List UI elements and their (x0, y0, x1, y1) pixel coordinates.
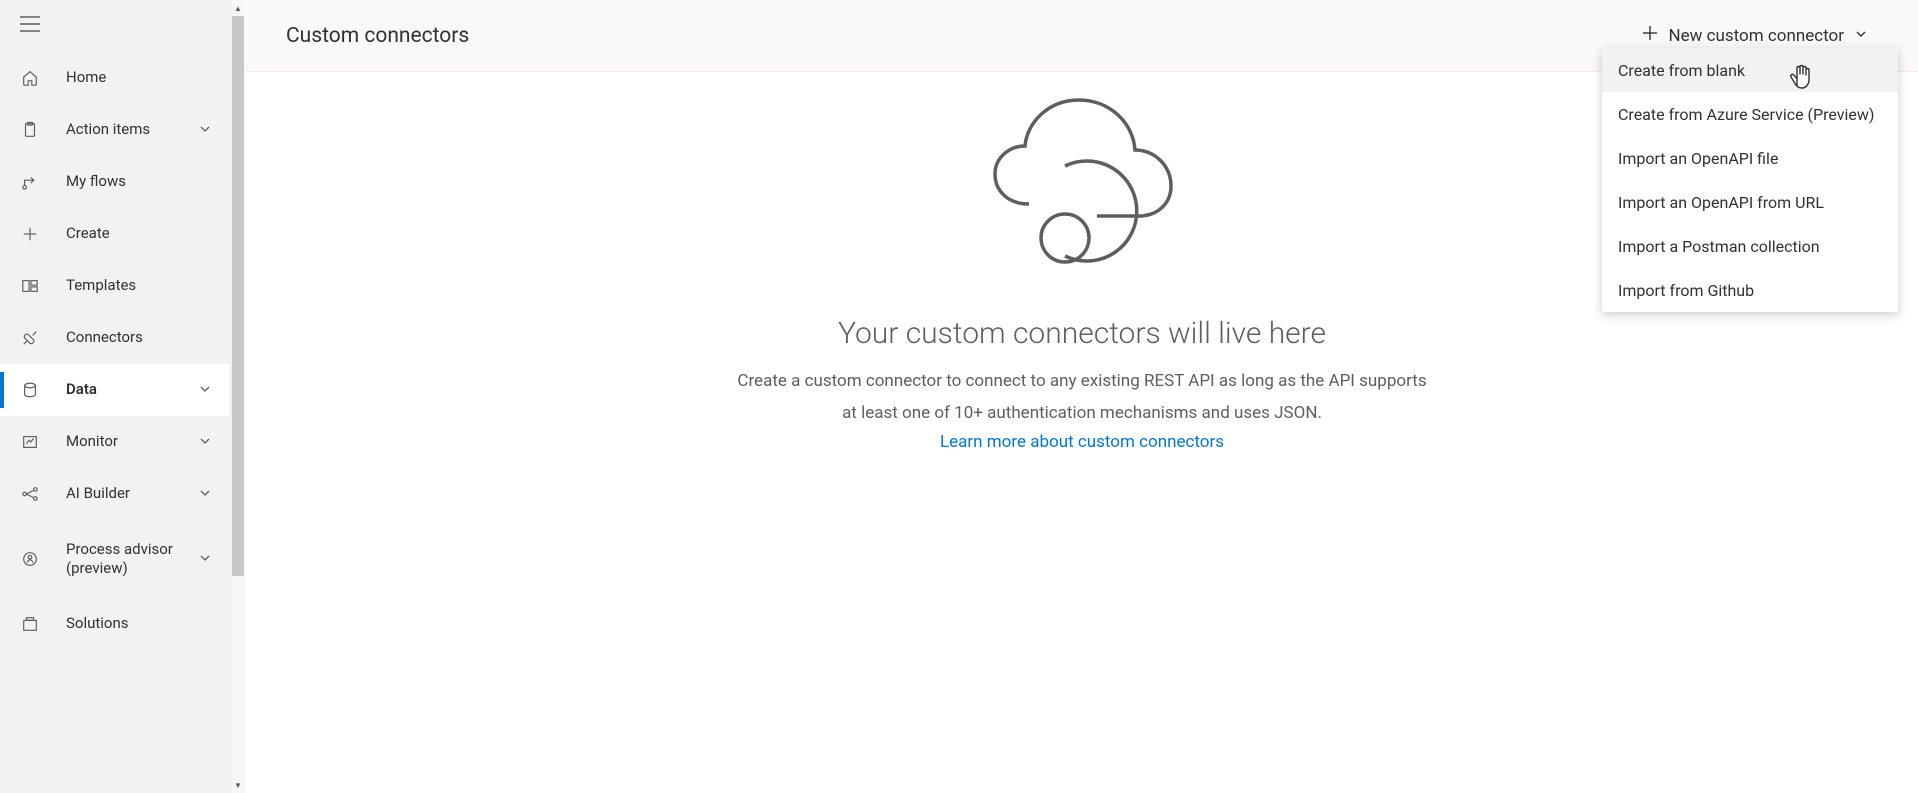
sidebar-item-label: Data (66, 380, 198, 400)
page-title: Custom connectors (286, 24, 469, 48)
dropdown-item-label: Import from Github (1618, 281, 1754, 300)
new-connector-dropdown: Create from blank Create from Azure Serv… (1602, 48, 1898, 312)
sidebar-item-action-items[interactable]: Action items (0, 104, 230, 156)
dropdown-item-import-github[interactable]: Import from Github (1602, 268, 1898, 312)
dropdown-item-label: Create from Azure Service (Preview) (1618, 105, 1875, 124)
dropdown-item-label: Import a Postman collection (1618, 237, 1820, 256)
sidebar-item-label: Solutions (66, 614, 214, 634)
sidebar-item-home[interactable]: Home (0, 52, 230, 104)
sidebar-item-label: Action items (66, 120, 198, 140)
hamburger-button[interactable] (0, 0, 230, 52)
chevron-down-icon (198, 486, 214, 502)
sidebar-item-label: AI Builder (66, 484, 198, 504)
sidebar-scrollbar[interactable]: ▲ ▼ (230, 0, 245, 793)
monitor-icon (20, 432, 40, 452)
dropdown-item-create-from-azure-service[interactable]: Create from Azure Service (Preview) (1602, 92, 1898, 136)
flow-icon (20, 172, 40, 192)
plus-icon (20, 224, 40, 244)
process-advisor-icon (20, 549, 40, 569)
empty-state-title: Your custom connectors will live here (838, 316, 1326, 351)
clipboard-icon (20, 120, 40, 140)
learn-more-link[interactable]: Learn more about custom connectors (940, 432, 1224, 452)
chevron-down-icon (1854, 26, 1868, 46)
sidebar: Home Action items My flows Create (0, 0, 231, 793)
empty-state-desc-line1: Create a custom connector to connect to … (737, 369, 1426, 395)
sidebar-item-create[interactable]: Create (0, 208, 230, 260)
sidebar-item-my-flows[interactable]: My flows (0, 156, 230, 208)
sidebar-item-solutions[interactable]: Solutions (0, 598, 230, 650)
sidebar-item-label: Home (66, 68, 214, 88)
sidebar-item-data[interactable]: Data (0, 364, 230, 416)
sidebar-item-label: My flows (66, 172, 214, 192)
cloud-illustration-icon (967, 86, 1197, 276)
sidebar-item-label: Connectors (66, 328, 214, 348)
sidebar-item-process-advisor[interactable]: Process advisor (preview) (0, 520, 230, 598)
solutions-icon (20, 614, 40, 634)
sidebar-item-label: Monitor (66, 432, 198, 452)
ai-builder-icon (20, 484, 40, 504)
dropdown-item-import-openapi-file[interactable]: Import an OpenAPI file (1602, 136, 1898, 180)
empty-state-desc-line2: at least one of 10+ authentication mecha… (842, 401, 1322, 427)
chevron-down-icon (198, 434, 214, 450)
home-icon (20, 68, 40, 88)
sidebar-item-label: Templates (66, 276, 214, 296)
scroll-up-arrow-icon[interactable]: ▲ (231, 0, 245, 16)
sidebar-item-label: Process advisor (preview) (66, 540, 198, 579)
chevron-down-icon (198, 122, 214, 138)
database-icon (20, 380, 40, 400)
sidebar-item-ai-builder[interactable]: AI Builder (0, 468, 230, 520)
new-button-label: New custom connector (1668, 26, 1844, 46)
sidebar-item-label: Create (66, 224, 214, 244)
scroll-down-arrow-icon[interactable]: ▼ (231, 777, 245, 793)
hamburger-icon (20, 16, 40, 36)
chevron-down-icon (198, 551, 214, 567)
connector-icon (20, 328, 40, 348)
chevron-down-icon (198, 382, 214, 398)
dropdown-item-label: Import an OpenAPI file (1618, 149, 1778, 168)
dropdown-item-label: Import an OpenAPI from URL (1618, 193, 1824, 212)
dropdown-item-import-openapi-url[interactable]: Import an OpenAPI from URL (1602, 180, 1898, 224)
sidebar-item-monitor[interactable]: Monitor (0, 416, 230, 468)
sidebar-item-templates[interactable]: Templates (0, 260, 230, 312)
scrollbar-thumb[interactable] (232, 16, 244, 576)
dropdown-item-label: Create from blank (1618, 61, 1745, 80)
dropdown-item-import-postman[interactable]: Import a Postman collection (1602, 224, 1898, 268)
sidebar-item-connectors[interactable]: Connectors (0, 312, 230, 364)
templates-icon (20, 276, 40, 296)
main-content: Custom connectors New custom connector (246, 0, 1918, 793)
app-root: Home Action items My flows Create (0, 0, 1918, 793)
dropdown-item-create-from-blank[interactable]: Create from blank (1602, 48, 1898, 92)
plus-icon (1642, 25, 1658, 46)
